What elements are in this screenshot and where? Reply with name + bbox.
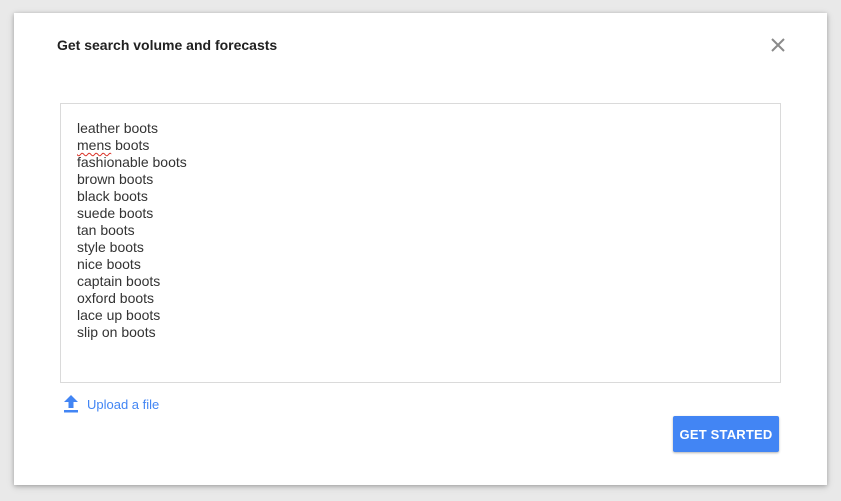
keyword-line: leather boots [77, 120, 158, 136]
keyword-line-rest: boots [111, 137, 150, 153]
keyword-line: lace up boots [77, 307, 161, 323]
keyword-line: style boots [77, 239, 144, 255]
keyword-line: fashionable boots [77, 154, 187, 170]
close-icon[interactable] [766, 33, 790, 57]
keyword-line: mens boots [77, 137, 187, 154]
keyword-line: oxford boots [77, 290, 155, 306]
upload-file-link[interactable]: Upload a file [62, 394, 159, 414]
keywords-textarea[interactable]: leather boots mens boots fashionable boo… [60, 103, 781, 383]
keyword-list: leather boots mens boots fashionable boo… [77, 120, 187, 341]
keyword-line: slip on boots [77, 324, 156, 340]
misspelled-word: mens [77, 137, 112, 153]
keyword-line: brown boots [77, 171, 154, 187]
dialog-title: Get search volume and forecasts [57, 37, 278, 53]
keyword-line: black boots [77, 188, 148, 204]
get-started-button[interactable]: GET STARTED [673, 416, 779, 452]
keyword-line: captain boots [77, 273, 161, 289]
keyword-line: suede boots [77, 205, 154, 221]
upload-icon [64, 395, 78, 413]
keyword-line: tan boots [77, 222, 135, 238]
upload-file-label: Upload a file [87, 396, 160, 412]
search-volume-dialog: Get search volume and forecasts leather … [14, 13, 827, 485]
keyword-line: nice boots [77, 256, 141, 272]
